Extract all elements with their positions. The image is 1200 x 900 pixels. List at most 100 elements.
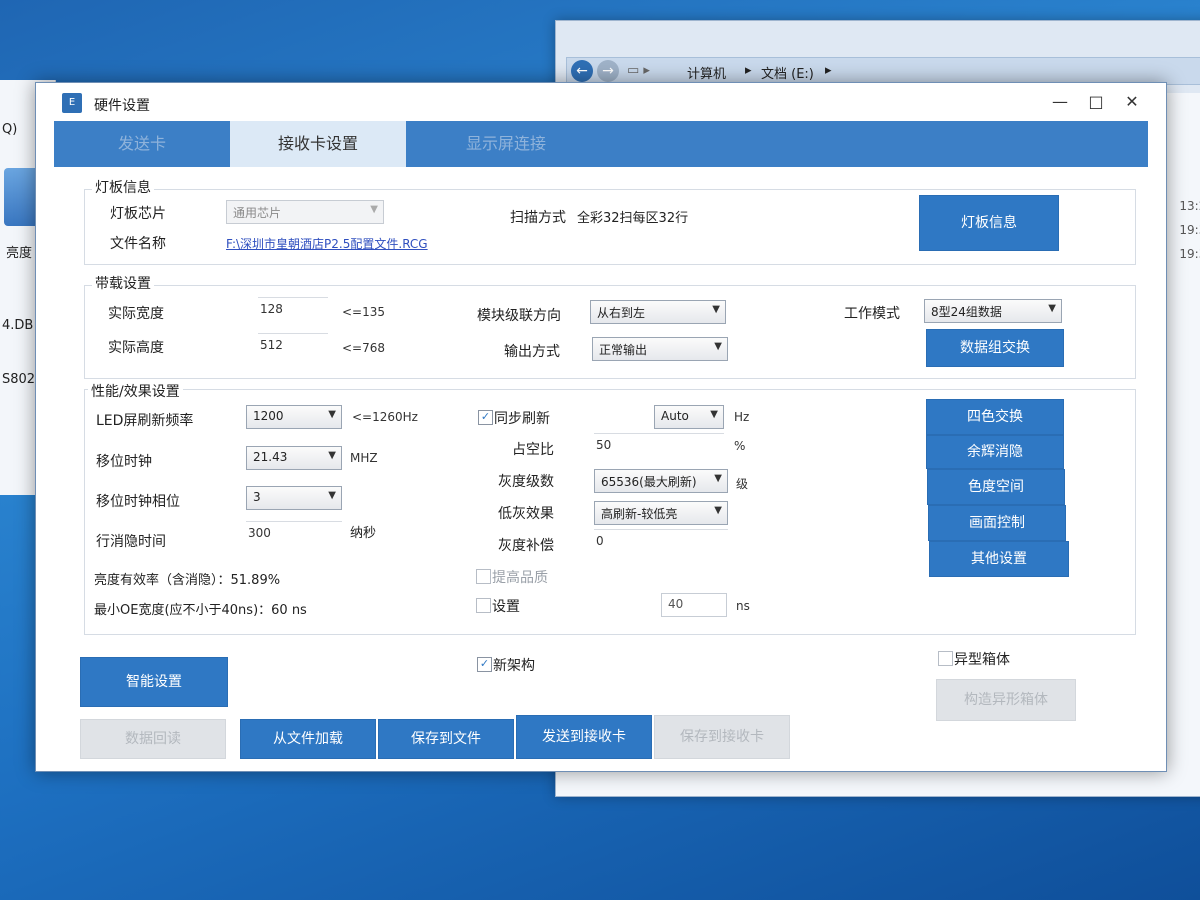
tab-receiver-settings[interactable]: 接收卡设置 bbox=[230, 121, 406, 167]
build-irregular-cabinet-button[interactable]: 构造异形箱体 bbox=[936, 679, 1076, 721]
window-title: 硬件设置 bbox=[94, 98, 150, 114]
output-mode-select[interactable]: 正常输出 ▼ bbox=[592, 337, 728, 361]
afterglow-blanking-button[interactable]: 余辉消隐 bbox=[926, 435, 1064, 469]
cascade-direction-select[interactable]: 从右到左 ▼ bbox=[590, 300, 726, 324]
duty-ratio-input[interactable]: 50 bbox=[594, 433, 724, 455]
setting-ns-unit: ns bbox=[736, 599, 750, 613]
irregular-cabinet-label: 异型箱体 bbox=[954, 652, 1010, 668]
address-bar[interactable]: ← → ▭ ▸ 计算机 ▸ 文档 (E:) ▸ bbox=[566, 57, 1200, 85]
hardware-settings-dialog: E 硬件设置 — □ ✕ 发送卡 接收卡设置 显示屏连接 灯板信息 灯板芯片 通… bbox=[35, 82, 1167, 772]
duty-ratio-label: 占空比 bbox=[512, 442, 554, 458]
app-icon: E bbox=[62, 93, 82, 113]
save-to-file-button[interactable]: 保存到文件 bbox=[378, 719, 514, 759]
file-timestamp: 13:23 bbox=[1179, 199, 1200, 213]
sync-refresh-unit: Hz bbox=[734, 410, 750, 424]
brightness-efficiency-text: 亮度有效率（含消隐）：51.89% bbox=[94, 573, 281, 588]
work-mode-select[interactable]: 8型24组数据 ▼ bbox=[924, 299, 1062, 323]
left-pane-item: 亮度 bbox=[6, 246, 33, 261]
image-control-button[interactable]: 画面控制 bbox=[928, 505, 1066, 541]
board-info-button[interactable]: 灯板信息 bbox=[919, 195, 1059, 251]
work-mode-label: 工作模式 bbox=[844, 306, 900, 322]
refresh-rate-label: LED屏刷新频率 bbox=[96, 413, 194, 429]
blanking-time-input[interactable]: 300 bbox=[246, 521, 342, 543]
tab-bar: 发送卡 接收卡设置 显示屏连接 bbox=[54, 121, 1148, 167]
save-to-receiver-button[interactable]: 保存到接收卡 bbox=[654, 715, 790, 759]
chevron-right-icon: ▸ bbox=[825, 63, 832, 78]
four-color-swap-button[interactable]: 四色交换 bbox=[926, 399, 1064, 435]
setting-ns-input[interactable]: 40 bbox=[661, 593, 727, 617]
height-limit: <=768 bbox=[342, 341, 386, 355]
chip-select-value: 通用芯片 bbox=[233, 206, 282, 220]
back-arrow-icon[interactable]: ← bbox=[571, 60, 593, 82]
tab-screen-connection[interactable]: 显示屏连接 bbox=[406, 121, 606, 167]
load-from-file-button[interactable]: 从文件加载 bbox=[240, 719, 376, 759]
width-input[interactable]: 128 bbox=[258, 297, 328, 319]
breadcrumb-computer[interactable]: 计算机 bbox=[687, 63, 726, 82]
height-input[interactable]: 512 bbox=[258, 333, 328, 355]
chevron-down-icon: ▼ bbox=[370, 204, 378, 215]
title-bar: E 硬件设置 — □ ✕ bbox=[36, 83, 1166, 121]
color-space-button[interactable]: 色度空间 bbox=[927, 469, 1065, 505]
sync-refresh-select[interactable]: Auto ▼ bbox=[654, 405, 724, 429]
setting-checkbox[interactable] bbox=[476, 598, 491, 613]
cascade-direction-value: 从右到左 bbox=[597, 306, 646, 320]
new-architecture-label: 新架构 bbox=[493, 658, 535, 674]
gray-compensation-input[interactable]: 0 bbox=[594, 529, 728, 551]
left-pane-item: Q) bbox=[2, 122, 18, 137]
sync-refresh-checkbox[interactable]: ✓ bbox=[478, 410, 493, 425]
clock-phase-label: 移位时钟相位 bbox=[96, 494, 180, 510]
blanking-time-label: 行消隐时间 bbox=[96, 534, 166, 550]
low-gray-label: 低灰效果 bbox=[498, 506, 554, 522]
chevron-down-icon: ▼ bbox=[328, 450, 336, 461]
shift-clock-select[interactable]: 21.43 ▼ bbox=[246, 446, 342, 470]
gray-compensation-label: 灰度补偿 bbox=[498, 538, 554, 554]
sync-refresh-label: 同步刷新 bbox=[494, 411, 550, 427]
refresh-rate-value: 1200 bbox=[253, 409, 284, 423]
output-mode-value: 正常输出 bbox=[599, 343, 648, 357]
improve-quality-checkbox[interactable] bbox=[476, 569, 491, 584]
load-settings-title: 带载设置 bbox=[92, 273, 154, 293]
close-icon[interactable]: ✕ bbox=[1118, 91, 1146, 113]
refresh-rate-select[interactable]: 1200 ▼ bbox=[246, 405, 342, 429]
new-architecture-checkbox[interactable]: ✓ bbox=[477, 657, 492, 672]
chevron-down-icon: ▼ bbox=[328, 409, 336, 420]
chevron-down-icon: ▼ bbox=[1048, 303, 1056, 314]
other-settings-button[interactable]: 其他设置 bbox=[929, 541, 1069, 577]
cascade-direction-label: 模块级联方向 bbox=[477, 308, 561, 324]
performance-title: 性能/效果设置 bbox=[88, 381, 183, 401]
setting-label: 设置 bbox=[492, 599, 520, 615]
data-group-swap-button[interactable]: 数据组交换 bbox=[926, 329, 1064, 367]
low-gray-value: 高刷新-较低亮 bbox=[601, 507, 678, 521]
config-file-link[interactable]: F:\深圳市皇朝酒店P2.5配置文件.RCG bbox=[226, 235, 428, 252]
refresh-rate-limit: <=1260Hz bbox=[352, 410, 418, 424]
clock-phase-value: 3 bbox=[253, 490, 261, 504]
send-to-receiver-button[interactable]: 发送到接收卡 bbox=[516, 715, 652, 759]
scan-mode-label: 扫描方式 bbox=[510, 210, 566, 226]
breadcrumb-drive[interactable]: 文档 (E:) bbox=[761, 63, 814, 82]
chevron-down-icon: ▼ bbox=[714, 341, 722, 352]
low-gray-select[interactable]: 高刷新-较低亮 ▼ bbox=[594, 501, 728, 525]
forward-arrow-icon[interactable]: → bbox=[597, 60, 619, 82]
min-oe-width-text: 最小OE宽度(应不小于40ns)：60 ns bbox=[94, 603, 307, 618]
irregular-cabinet-checkbox[interactable] bbox=[938, 651, 953, 666]
chevron-down-icon: ▼ bbox=[714, 505, 722, 516]
minimize-icon[interactable]: — bbox=[1046, 91, 1074, 113]
left-pane-item: 4.DB bbox=[2, 318, 34, 333]
width-limit: <=135 bbox=[342, 305, 386, 319]
tab-sender-card[interactable]: 发送卡 bbox=[54, 121, 230, 167]
height-label: 实际高度 bbox=[108, 340, 164, 356]
chip-select[interactable]: 通用芯片 ▼ bbox=[226, 200, 384, 224]
chevron-down-icon: ▼ bbox=[712, 304, 720, 315]
shift-clock-unit: MHZ bbox=[350, 451, 378, 465]
gray-level-select[interactable]: 65536(最大刷新) ▼ bbox=[594, 469, 728, 493]
maximize-icon[interactable]: □ bbox=[1082, 91, 1110, 113]
shift-clock-label: 移位时钟 bbox=[96, 454, 152, 470]
smart-settings-button[interactable]: 智能设置 bbox=[80, 657, 228, 707]
clock-phase-select[interactable]: 3 ▼ bbox=[246, 486, 342, 510]
chip-label: 灯板芯片 bbox=[110, 206, 166, 222]
blanking-time-unit: 纳秒 bbox=[350, 526, 377, 541]
drive-icon: ▭ ▸ bbox=[627, 63, 650, 78]
gray-level-label: 灰度级数 bbox=[498, 474, 554, 490]
data-readback-button[interactable]: 数据回读 bbox=[80, 719, 226, 759]
chevron-down-icon: ▼ bbox=[328, 490, 336, 501]
